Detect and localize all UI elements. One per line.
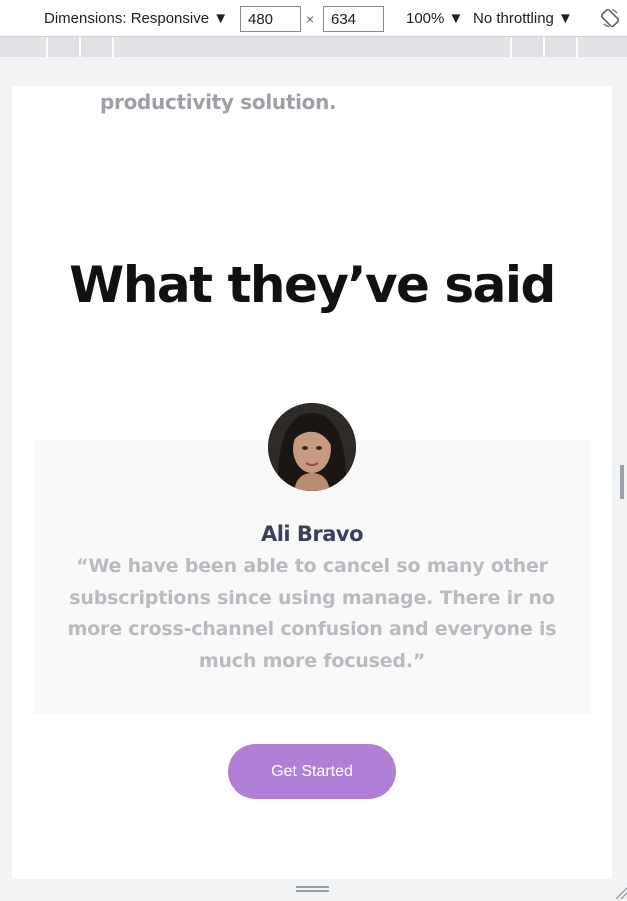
throttling-dropdown[interactable]: No throttling ▼ <box>473 10 573 27</box>
corner-resize-icon[interactable] <box>614 886 627 900</box>
intro-text: productivity solution. <box>100 90 337 114</box>
page-viewport: productivity solution. What they’ve said… <box>12 86 612 879</box>
ruler-tick[interactable] <box>46 37 48 57</box>
testimonial-quote: “We have been able to cancel so many oth… <box>67 555 557 672</box>
devtools-device-toolbar: Dimensions: Responsive ▼ × 100% ▼ No thr… <box>0 0 627 37</box>
dimensions-dropdown[interactable]: Dimensions: Responsive ▼ <box>44 10 228 27</box>
ruler-tick[interactable] <box>79 37 81 57</box>
avatar <box>268 403 356 491</box>
get-started-button[interactable]: Get Started <box>228 744 396 799</box>
height-input[interactable] <box>323 6 384 32</box>
ruler-tick[interactable] <box>510 37 512 57</box>
zoom-dropdown[interactable]: 100% ▼ <box>406 10 463 27</box>
ruler-tick[interactable] <box>576 37 578 57</box>
bottom-resize-handle[interactable] <box>296 886 329 892</box>
reviewer-name: Ali Bravo <box>260 522 364 546</box>
right-resize-handle[interactable] <box>620 465 624 499</box>
ruler-tick[interactable] <box>112 37 114 57</box>
rotate-icon[interactable] <box>600 8 620 28</box>
width-input[interactable] <box>240 6 301 32</box>
section-title: What they’ve said <box>69 256 556 314</box>
ruler-tick[interactable] <box>543 37 545 57</box>
dimension-separator: × <box>306 11 315 27</box>
media-query-ruler[interactable] <box>0 37 627 57</box>
